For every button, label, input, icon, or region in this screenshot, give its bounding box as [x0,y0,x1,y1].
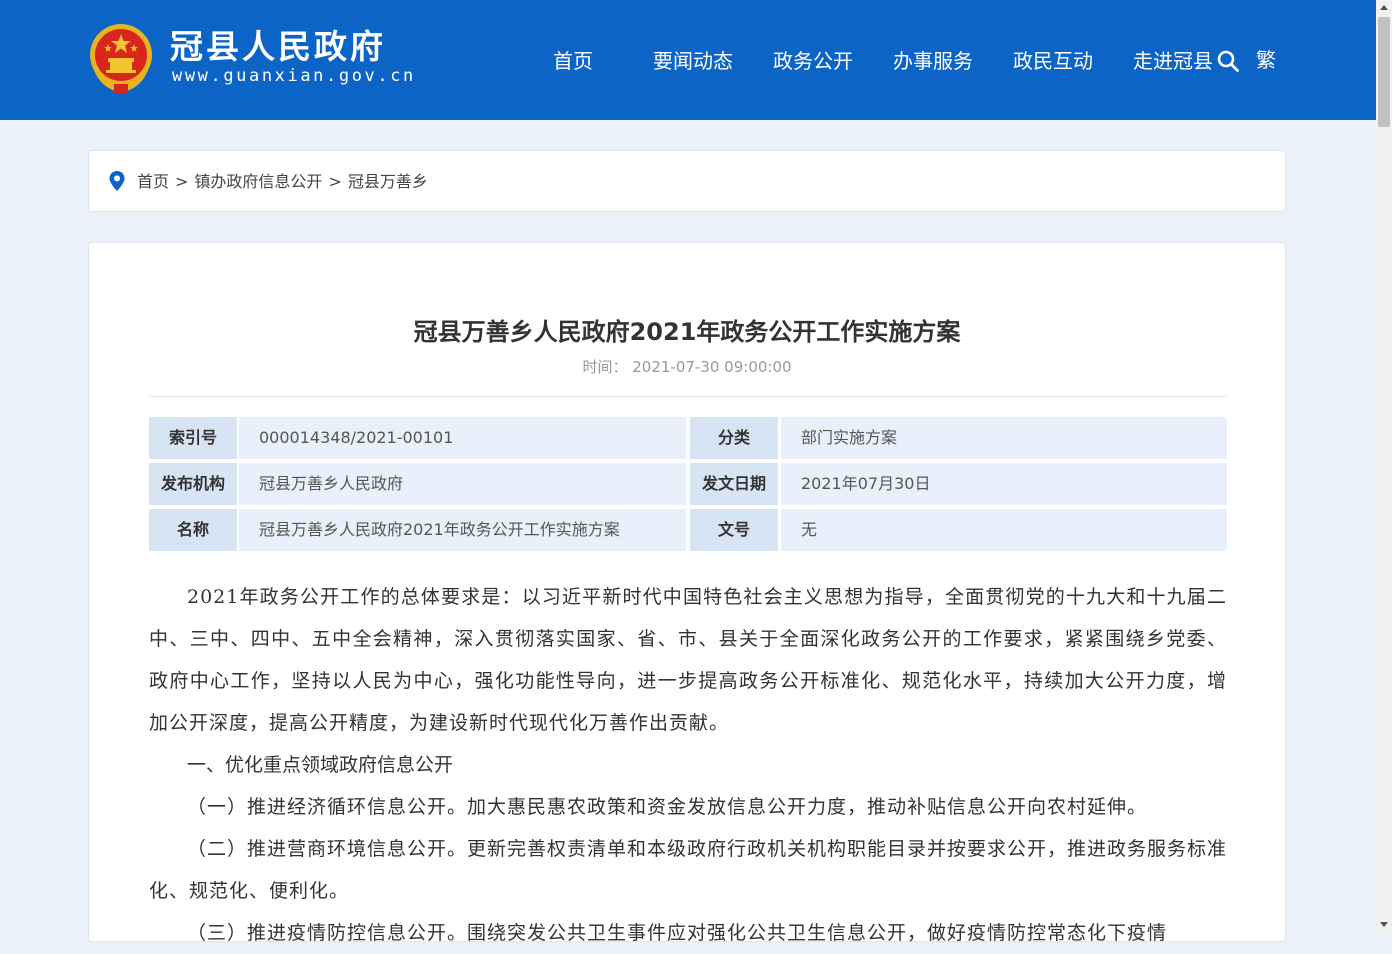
article-title: 冠县万善乡人民政府2021年政务公开工作实施方案 [413,318,961,346]
name-value: 冠县万善乡人民政府2021年政务公开工作实施方案 [239,509,686,551]
scroll-down-icon[interactable] [1380,922,1388,927]
category-value: 部门实施方案 [781,417,1227,459]
time-value: 2021-07-30 09:00:00 [632,358,792,376]
article-time: 时间： 2021-07-30 09:00:00 [89,356,1285,378]
publisher-label: 发布机构 [149,463,237,505]
breadcrumb: 首页 > 镇办政府信息公开 > 冠县万善乡 [88,150,1286,212]
date-label: 发文日期 [690,463,778,505]
breadcrumb-separator: > [328,172,342,191]
name-label: 名称 [149,509,237,551]
site-header: 冠县人民政府 www.guanxian.gov.cn 首页 要闻动态 政务公开 … [0,0,1376,120]
scroll-thumb[interactable] [1378,17,1390,127]
publisher-value: 冠县万善乡人民政府 [239,463,686,505]
site-name[interactable]: 冠县人民政府 [170,28,386,66]
nav-news[interactable]: 要闻动态 [633,42,753,82]
nav-home[interactable]: 首页 [513,42,633,82]
breadcrumb-trail: 首页 > 镇办政府信息公开 > 冠县万善乡 [137,170,428,194]
location-pin-icon [109,171,125,191]
national-emblem-icon[interactable] [88,22,154,94]
traditional-chinese-toggle[interactable]: 繁 [1256,46,1276,74]
body-paragraph: （一）推进经济循环信息公开。加大惠民惠农政策和资金发放信息公开力度，推动补贴信息… [187,796,1148,818]
breadcrumb-town-disclosure[interactable]: 镇办政府信息公开 [194,172,322,191]
body-paragraph: （二）推进营商环境信息公开。更新完善权责清单和本级政府行政机关机构职能目录并按要… [149,838,1228,902]
main-nav: 首页 要闻动态 政务公开 办事服务 政民互动 走进冠县 [513,42,1233,82]
index-label: 索引号 [149,417,237,459]
breadcrumb-separator: > [175,172,189,191]
title-divider [149,396,1227,397]
section-heading: 一、优化重点领域政府信息公开 [187,754,454,776]
body-paragraph: 2021年政务公开工作的总体要求是：以习近平新时代中国特色社会主义思想为指导，全… [149,586,1227,734]
nav-interaction[interactable]: 政民互动 [993,42,1113,82]
search-icon[interactable] [1216,49,1240,73]
site-url: www.guanxian.gov.cn [172,66,416,86]
article-card: 冠县万善乡人民政府2021年政务公开工作实施方案 时间： 2021-07-30 … [88,242,1286,944]
category-label: 分类 [690,417,778,459]
breadcrumb-wanshan[interactable]: 冠县万善乡 [348,172,428,191]
doc-number-label: 文号 [690,509,778,551]
doc-number-value: 无 [781,509,1227,551]
article-body: 2021年政务公开工作的总体要求是：以习近平新时代中国特色社会主义思想为指导，全… [149,576,1227,954]
breadcrumb-home[interactable]: 首页 [137,172,169,191]
document-meta-table: 索引号 000014348/2021-00101 分类 部门实施方案 发布机构 … [149,417,1227,555]
nav-about-county[interactable]: 走进冠县 [1113,42,1233,82]
meta-row: 发布机构 冠县万善乡人民政府 发文日期 2021年07月30日 [149,463,1227,505]
scroll-up-icon[interactable] [1380,5,1388,10]
date-value: 2021年07月30日 [781,463,1227,505]
index-value: 000014348/2021-00101 [239,417,686,459]
meta-row: 名称 冠县万善乡人民政府2021年政务公开工作实施方案 文号 无 [149,509,1227,551]
nav-services[interactable]: 办事服务 [873,42,993,82]
vertical-scrollbar[interactable] [1376,0,1392,932]
meta-row: 索引号 000014348/2021-00101 分类 部门实施方案 [149,417,1227,459]
body-paragraph: （三）推进疫情防控信息公开。围绕突发公共卫生事件应对强化公共卫生信息公开，做好疫… [187,922,1168,944]
time-label: 时间： [582,358,628,376]
nav-gov-affairs[interactable]: 政务公开 [753,42,873,82]
